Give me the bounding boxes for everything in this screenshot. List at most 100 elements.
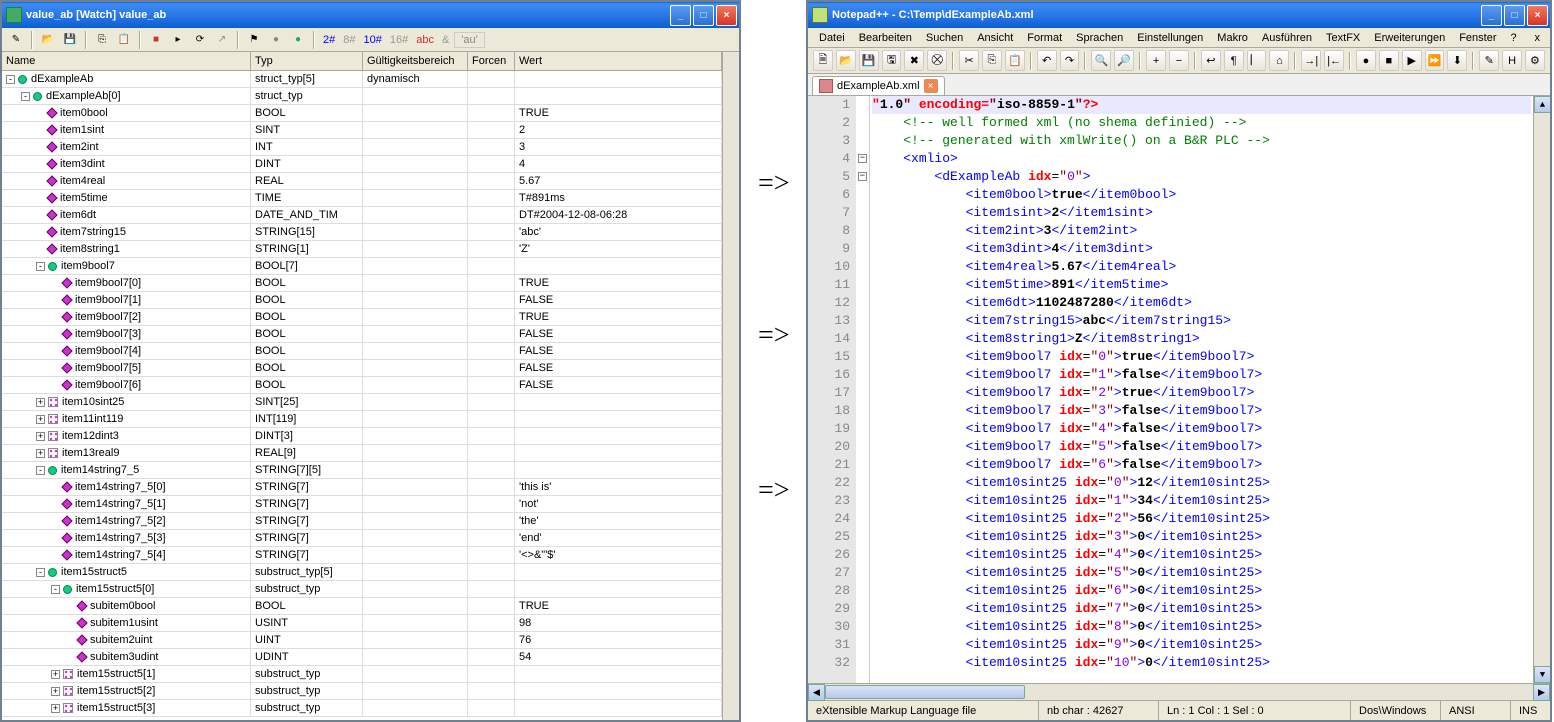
value-cell[interactable]: 'this is' (515, 479, 722, 496)
scope-cell[interactable] (363, 360, 468, 377)
menu-close-icon[interactable]: x (1529, 32, 1547, 44)
value-cell[interactable]: FALSE (515, 360, 722, 377)
type-cell[interactable]: BOOL (251, 360, 363, 377)
expand-toggle-icon[interactable]: + (51, 687, 60, 696)
code-line[interactable]: <item10sint25 idx="0">12</item10sint25> (872, 474, 1531, 492)
cut-icon[interactable]: ✂ (959, 50, 979, 71)
format-au[interactable]: 'au' (454, 32, 484, 48)
scope-cell[interactable] (363, 343, 468, 360)
code-line[interactable]: "1.0" encoding="iso-8859-1"?> (872, 96, 1531, 114)
type-cell[interactable]: STRING[7] (251, 530, 363, 547)
value-cell[interactable] (515, 581, 722, 598)
expand-toggle-icon[interactable]: - (36, 568, 45, 577)
code-line[interactable]: <item10sint25 idx="8">0</item10sint25> (872, 618, 1531, 636)
expand-toggle-icon[interactable]: + (51, 670, 60, 679)
column-header[interactable]: Wert (515, 52, 722, 71)
tree-row[interactable]: +item15struct5[2] (2, 683, 251, 700)
expand-toggle-icon[interactable]: + (36, 415, 45, 424)
force-cell[interactable] (468, 309, 515, 326)
scope-cell[interactable] (363, 530, 468, 547)
scope-cell[interactable]: dynamisch (363, 71, 468, 88)
tool2-icon[interactable]: H (1502, 50, 1522, 71)
value-cell[interactable] (515, 666, 722, 683)
watch-vscroll[interactable] (722, 52, 739, 720)
tree-row[interactable]: +item15struct5[3] (2, 700, 251, 717)
type-cell[interactable]: BOOL (251, 326, 363, 343)
tree-row[interactable]: item14string7_5[2] (2, 513, 251, 530)
type-cell[interactable]: substruct_typ (251, 700, 363, 717)
scope-cell[interactable] (363, 649, 468, 666)
tool-paste-icon[interactable]: 📋 (114, 30, 134, 50)
save-icon[interactable]: 💾 (859, 50, 879, 71)
expand-toggle-icon[interactable]: - (21, 92, 30, 101)
tree-row[interactable]: +item13real9 (2, 445, 251, 462)
force-cell[interactable] (468, 258, 515, 275)
copy-icon[interactable]: ⎘ (982, 50, 1002, 71)
type-cell[interactable]: substruct_typ (251, 666, 363, 683)
editor-hscroll[interactable]: ◀ ▶ (808, 683, 1550, 700)
value-cell[interactable]: 5.67 (515, 173, 722, 190)
value-cell[interactable]: TRUE (515, 275, 722, 292)
tree-row[interactable]: item1sint (2, 122, 251, 139)
expand-toggle-icon[interactable]: - (6, 75, 15, 84)
menu-item[interactable]: Einstellungen (1130, 30, 1210, 46)
tree-row[interactable]: item9bool7[6] (2, 377, 251, 394)
tool1-icon[interactable]: ✎ (1479, 50, 1499, 71)
save-all-icon[interactable]: 🖫 (882, 50, 902, 71)
scope-cell[interactable] (363, 462, 468, 479)
tool-flag-icon[interactable]: ⚑ (244, 30, 264, 50)
value-cell[interactable]: TRUE (515, 598, 722, 615)
close-button[interactable]: × (716, 5, 737, 26)
scope-cell[interactable] (363, 666, 468, 683)
type-cell[interactable]: REAL (251, 173, 363, 190)
scope-cell[interactable] (363, 445, 468, 462)
menu-item[interactable]: Makro (1210, 30, 1255, 46)
type-cell[interactable]: BOOL (251, 105, 363, 122)
type-cell[interactable]: TIME (251, 190, 363, 207)
code-line[interactable]: <item2int>3</item2int> (872, 222, 1531, 240)
code-line[interactable]: <item7string15>abc</item7string15> (872, 312, 1531, 330)
tree-row[interactable]: +item12dint3 (2, 428, 251, 445)
force-cell[interactable] (468, 156, 515, 173)
code-area[interactable]: "1.0" encoding="iso-8859-1"?> <!-- well … (870, 96, 1533, 683)
code-line[interactable]: <item6dt>1102487280</item6dt> (872, 294, 1531, 312)
value-cell[interactable] (515, 700, 722, 717)
force-cell[interactable] (468, 598, 515, 615)
code-line[interactable]: <item10sint25 idx="4">0</item10sint25> (872, 546, 1531, 564)
tree-row[interactable]: item8string1 (2, 241, 251, 258)
type-cell[interactable]: DATE_AND_TIM (251, 207, 363, 224)
undo-icon[interactable]: ↶ (1037, 50, 1057, 71)
type-cell[interactable]: STRING[7] (251, 513, 363, 530)
tool-cycle-icon[interactable]: ⟳ (190, 30, 210, 50)
force-cell[interactable] (468, 105, 515, 122)
force-cell[interactable] (468, 71, 515, 88)
tool-open-icon[interactable]: 📂 (38, 30, 58, 50)
close-all-icon[interactable]: ⛒ (927, 50, 947, 71)
force-cell[interactable] (468, 581, 515, 598)
menu-item[interactable]: TextFX (1319, 30, 1367, 46)
type-cell[interactable]: BOOL (251, 598, 363, 615)
code-line[interactable]: <item10sint25 idx="5">0</item10sint25> (872, 564, 1531, 582)
value-cell[interactable]: T#891ms (515, 190, 722, 207)
code-line[interactable]: <item9bool7 idx="4">false</item9bool7> (872, 420, 1531, 438)
type-cell[interactable]: struct_typ (251, 88, 363, 105)
format-2[interactable]: 2# (320, 34, 338, 46)
value-cell[interactable] (515, 445, 722, 462)
force-cell[interactable] (468, 411, 515, 428)
tree-row[interactable]: subitem2uint (2, 632, 251, 649)
play-multi-icon[interactable]: ⏩ (1425, 50, 1445, 71)
menu-item[interactable]: Fenster (1452, 30, 1503, 46)
force-cell[interactable] (468, 564, 515, 581)
type-cell[interactable]: substruct_typ[5] (251, 564, 363, 581)
tree-row[interactable]: item9bool7[2] (2, 309, 251, 326)
tree-row[interactable]: item14string7_5[0] (2, 479, 251, 496)
type-cell[interactable]: DINT (251, 156, 363, 173)
save-macro-icon[interactable]: ⬇ (1447, 50, 1467, 71)
scope-cell[interactable] (363, 411, 468, 428)
close-button[interactable]: × (1527, 5, 1548, 26)
value-cell[interactable]: 54 (515, 649, 722, 666)
type-cell[interactable]: BOOL (251, 275, 363, 292)
code-line[interactable]: <item10sint25 idx="10">0</item10sint25> (872, 654, 1531, 672)
scope-cell[interactable] (363, 394, 468, 411)
play-macro-icon[interactable]: ▶ (1402, 50, 1422, 71)
